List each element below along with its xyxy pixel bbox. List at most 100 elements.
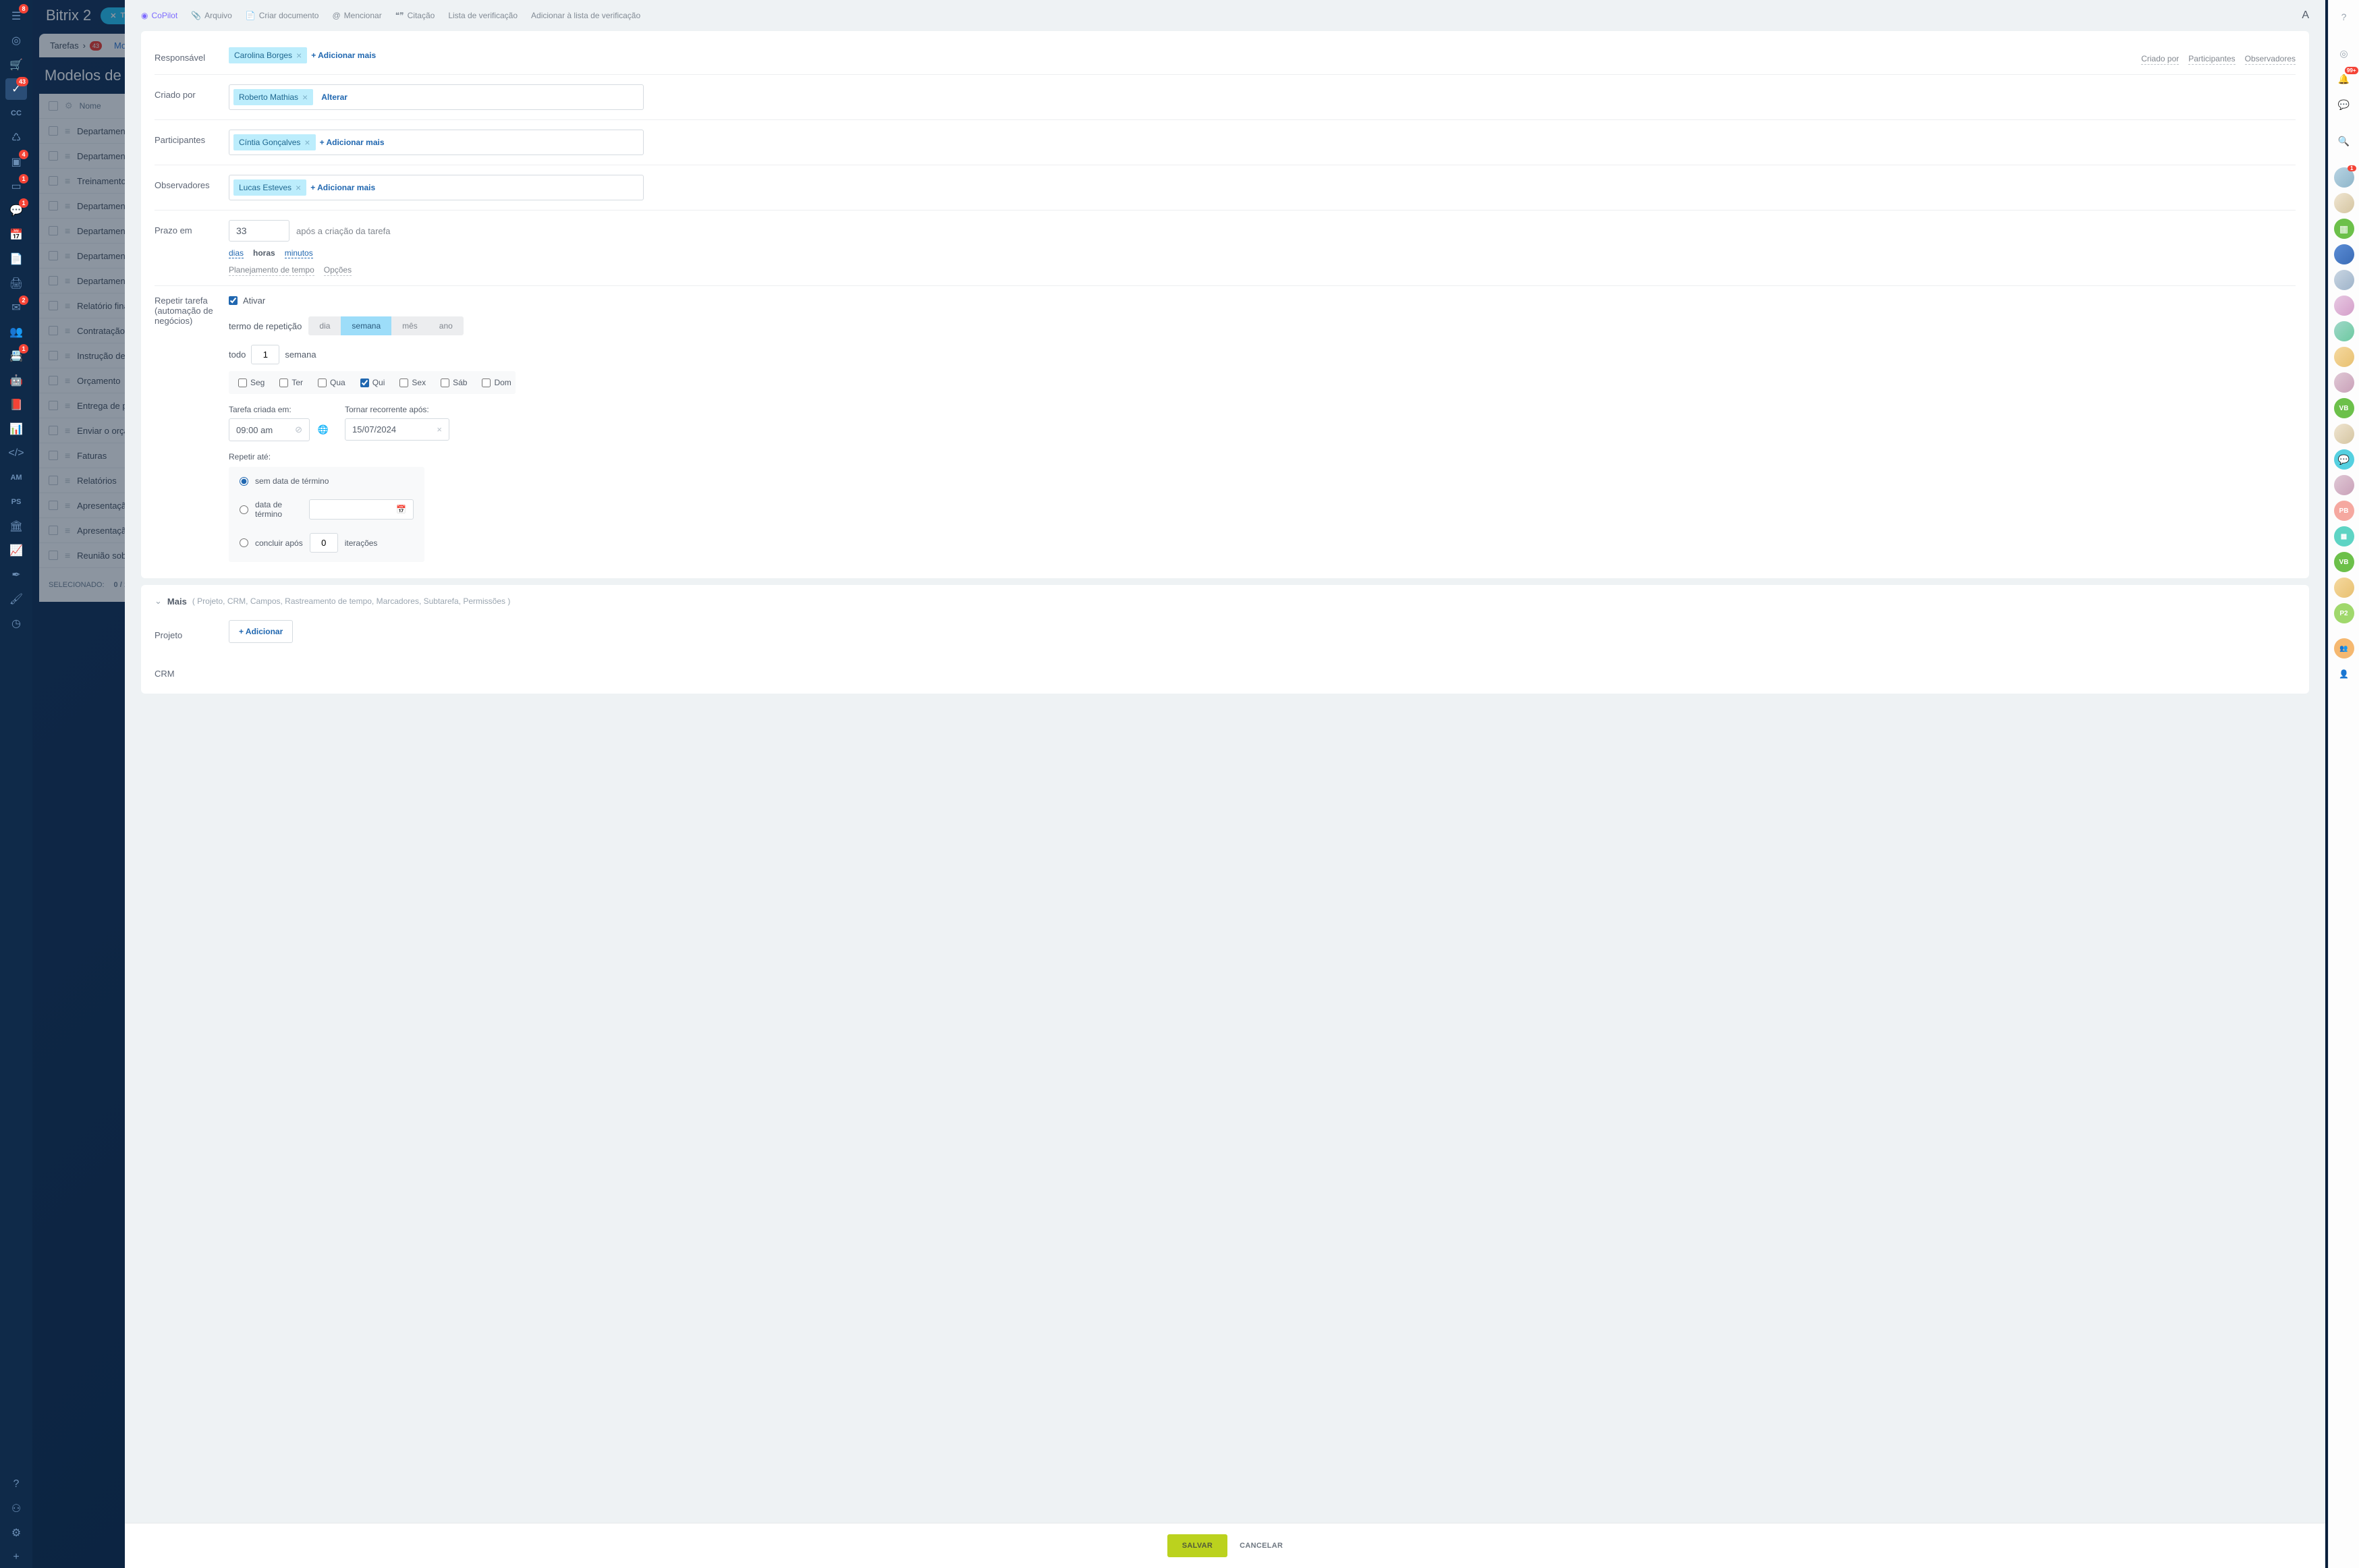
- cc-label[interactable]: CC: [5, 103, 27, 124]
- target-icon[interactable]: ◎: [5, 30, 27, 51]
- timezone-icon[interactable]: 🌐: [315, 422, 331, 438]
- menu-icon[interactable]: ☰8: [5, 5, 27, 27]
- avatar[interactable]: [2334, 578, 2354, 598]
- avatar[interactable]: [2334, 321, 2354, 341]
- day-seg[interactable]: [238, 379, 247, 387]
- remove-chip-icon[interactable]: ×: [296, 50, 302, 61]
- code-icon[interactable]: </>: [5, 443, 27, 464]
- mail-icon[interactable]: ✉2: [5, 297, 27, 318]
- unit-dias[interactable]: dias: [229, 248, 244, 258]
- chart-icon[interactable]: 📈: [5, 540, 27, 561]
- add-icon[interactable]: +: [5, 1546, 27, 1568]
- criado-por-input[interactable]: Roberto Mathias× Alterar: [229, 84, 644, 110]
- notifications-icon[interactable]: 🔔: [2334, 69, 2354, 89]
- radio-data-termino[interactable]: [240, 505, 248, 514]
- crm-icon[interactable]: ▣4: [5, 151, 27, 173]
- clear-icon[interactable]: ⊘: [295, 424, 302, 435]
- day-dom[interactable]: [482, 379, 491, 387]
- day-sab[interactable]: [441, 379, 449, 387]
- avatar[interactable]: [2334, 475, 2354, 495]
- chat-icon[interactable]: 💬1: [5, 200, 27, 221]
- doc-icon[interactable]: 📄: [5, 248, 27, 270]
- messages-icon[interactable]: 💬: [2334, 94, 2354, 115]
- link-observadores[interactable]: Observadores: [2245, 54, 2296, 65]
- avatar-vb[interactable]: VB: [2334, 398, 2354, 418]
- avatar[interactable]: 1: [2334, 167, 2354, 188]
- data-termino-input[interactable]: 📅: [309, 499, 414, 520]
- checklist-button[interactable]: Lista de verificação: [448, 11, 518, 20]
- people-icon[interactable]: 👥: [5, 321, 27, 343]
- clear-icon[interactable]: ×: [437, 424, 442, 435]
- search-icon[interactable]: 🔍: [2334, 131, 2354, 151]
- help-icon[interactable]: ?: [2334, 7, 2354, 27]
- day-sex[interactable]: [399, 379, 408, 387]
- seg-mes[interactable]: mês: [391, 316, 428, 335]
- day-qua[interactable]: [318, 379, 327, 387]
- planejamento-link[interactable]: Planejamento de tempo: [229, 265, 314, 276]
- remove-chip-icon[interactable]: ×: [304, 137, 310, 148]
- add-more-observadores[interactable]: + Adicionar mais: [310, 183, 375, 192]
- recorrente-input[interactable]: 15/07/2024×: [345, 418, 449, 441]
- avatar[interactable]: [2334, 244, 2354, 264]
- citacao-button[interactable]: ❝❞ Citação: [395, 11, 435, 20]
- criar-documento-button[interactable]: 📄 Criar documento: [246, 11, 319, 20]
- avatar[interactable]: [2334, 347, 2354, 367]
- avatar[interactable]: [2334, 270, 2354, 290]
- am-label[interactable]: AM: [5, 467, 27, 488]
- seg-ano[interactable]: ano: [428, 316, 464, 335]
- todo-input[interactable]: [251, 345, 279, 364]
- text-style-button[interactable]: A: [2302, 9, 2309, 22]
- link-criado-por[interactable]: Criado por: [2141, 54, 2179, 65]
- cycle-icon[interactable]: ♺: [5, 127, 27, 148]
- criado-por-chip[interactable]: Roberto Mathias×: [233, 89, 313, 105]
- responsavel-chip[interactable]: Carolina Borges×: [229, 47, 307, 63]
- book-icon[interactable]: 📕: [5, 394, 27, 416]
- stats-icon[interactable]: 📊: [5, 418, 27, 440]
- avatar[interactable]: 💬: [2334, 449, 2354, 470]
- user-icon[interactable]: 👤: [2334, 664, 2354, 684]
- iteracoes-input[interactable]: [310, 533, 338, 553]
- clock-icon[interactable]: ◷: [5, 613, 27, 634]
- observadores-input[interactable]: Lucas Esteves× + Adicionar mais: [229, 175, 644, 200]
- activity-icon[interactable]: ◎: [2334, 43, 2354, 63]
- avatar[interactable]: [2334, 372, 2354, 393]
- prazo-input[interactable]: [229, 220, 289, 242]
- seg-semana[interactable]: semana: [341, 316, 391, 335]
- avatar-p2[interactable]: P2: [2334, 603, 2354, 623]
- link-participantes[interactable]: Participantes: [2188, 54, 2235, 65]
- observador-chip[interactable]: Lucas Esteves×: [233, 179, 306, 196]
- avatar[interactable]: [2334, 296, 2354, 316]
- day-qui[interactable]: [360, 379, 369, 387]
- arquivo-button[interactable]: 📎 Arquivo: [191, 11, 232, 20]
- radio-sem-data[interactable]: [240, 477, 248, 486]
- add-more-participantes[interactable]: + Adicionar mais: [320, 138, 385, 147]
- seg-dia[interactable]: dia: [308, 316, 341, 335]
- card-icon[interactable]: ▭1: [5, 175, 27, 197]
- help-icon[interactable]: ?: [5, 1474, 27, 1495]
- opcoes-link[interactable]: Opções: [324, 265, 352, 276]
- unit-minutos[interactable]: minutos: [285, 248, 313, 258]
- day-ter[interactable]: [279, 379, 288, 387]
- tasks-icon[interactable]: ✓43: [5, 78, 27, 100]
- cart-icon[interactable]: 🛒: [5, 54, 27, 76]
- avatar[interactable]: [2334, 193, 2354, 213]
- avatar-pb[interactable]: PB: [2334, 501, 2354, 521]
- mais-label[interactable]: Mais: [167, 596, 187, 607]
- cancelar-button[interactable]: CANCELAR: [1240, 1542, 1283, 1550]
- bank-icon[interactable]: 🏛: [5, 515, 27, 537]
- settings-icon[interactable]: ⚙: [5, 1522, 27, 1544]
- adicionar-projeto-button[interactable]: + Adicionar: [229, 620, 293, 643]
- avatar[interactable]: ▦: [2334, 219, 2354, 239]
- contact-icon[interactable]: 📇1: [5, 345, 27, 367]
- remove-chip-icon[interactable]: ×: [296, 182, 301, 193]
- sitemap-icon[interactable]: ⚇: [5, 1498, 27, 1519]
- alterar-link[interactable]: Alterar: [317, 92, 352, 102]
- add-checklist-button[interactable]: Adicionar à lista de verificação: [531, 11, 640, 20]
- ativar-checkbox[interactable]: [229, 296, 238, 305]
- mencionar-button[interactable]: @ Mencionar: [332, 11, 381, 20]
- calendar-icon[interactable]: 📅: [5, 224, 27, 246]
- participantes-input[interactable]: Cíntia Gonçalves× + Adicionar mais: [229, 130, 644, 155]
- copilot-button[interactable]: ◉ CoPilot: [141, 11, 177, 20]
- chevron-down-icon[interactable]: ⌄: [155, 596, 162, 607]
- ps-label[interactable]: PS: [5, 491, 27, 513]
